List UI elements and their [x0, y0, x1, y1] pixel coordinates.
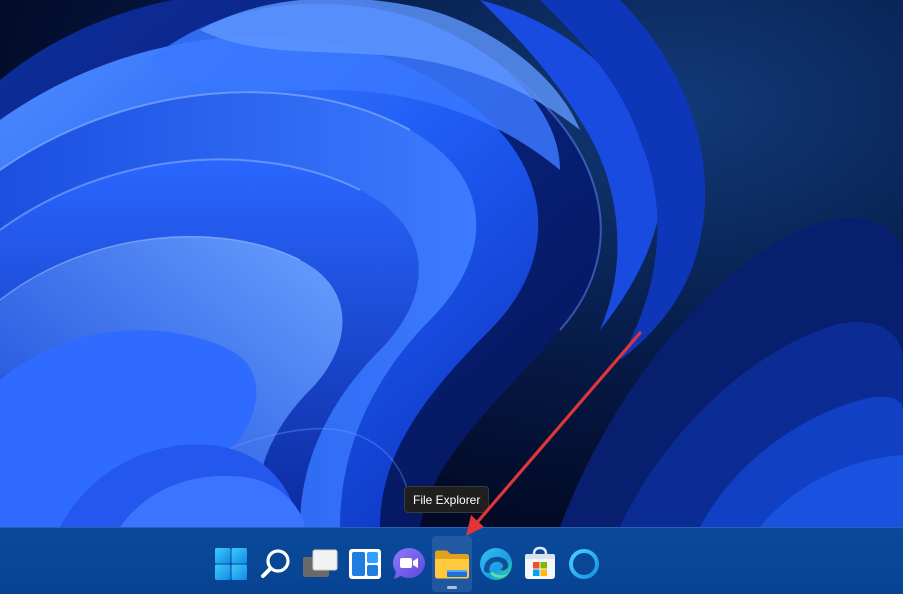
start-button[interactable] — [211, 536, 251, 592]
windows-logo-icon — [215, 548, 247, 580]
microsoft-store-button[interactable] — [520, 536, 560, 592]
widgets-button[interactable] — [345, 536, 385, 592]
file-explorer-button[interactable] — [432, 536, 472, 592]
file-explorer-tooltip: File Explorer — [404, 486, 490, 513]
cortana-button[interactable] — [564, 536, 604, 592]
search-button[interactable] — [256, 536, 296, 592]
task-view-button[interactable] — [300, 536, 340, 592]
edge-icon — [480, 548, 512, 580]
desktop-wallpaper — [0, 0, 903, 527]
edge-button[interactable] — [476, 536, 516, 592]
cortana-icon — [569, 549, 599, 579]
taskbar — [0, 527, 903, 594]
search-icon — [261, 549, 290, 578]
teams-chat-icon — [393, 548, 425, 579]
desktop[interactable]: File Explorer — [0, 0, 903, 594]
teams-chat-button[interactable] — [389, 536, 429, 592]
store-icon — [525, 546, 555, 579]
widgets-icon — [349, 549, 381, 579]
task-view-icon — [303, 549, 338, 577]
folder-icon — [435, 550, 469, 579]
